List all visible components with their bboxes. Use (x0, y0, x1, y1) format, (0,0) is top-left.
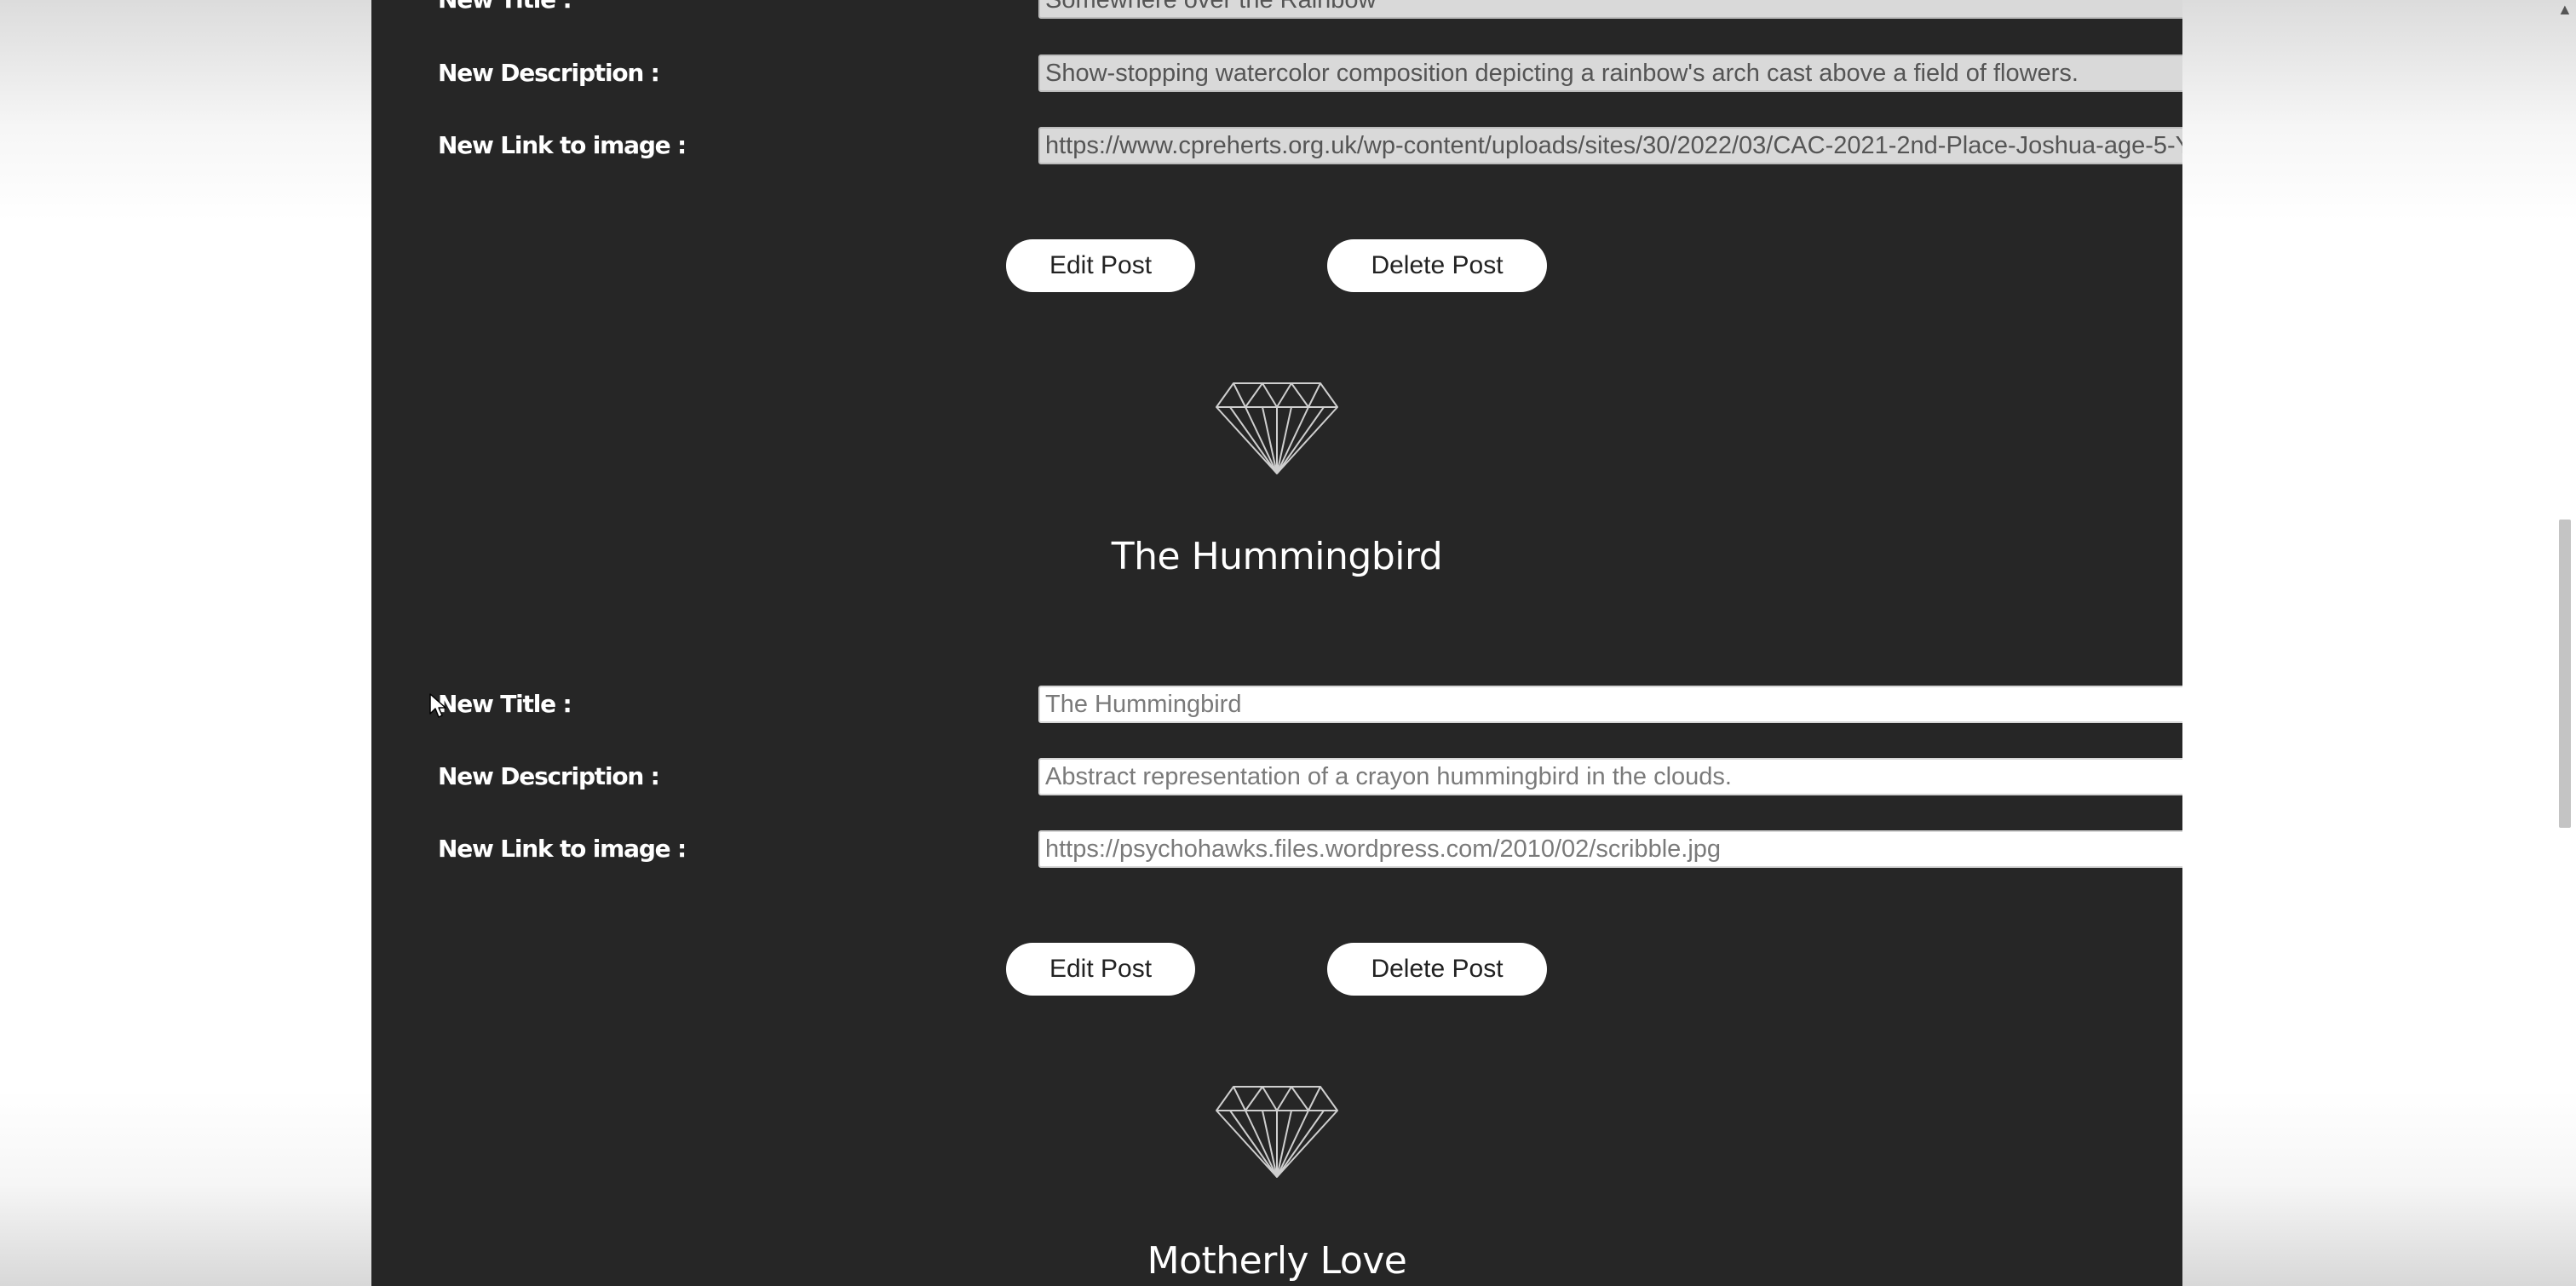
scroll-up-arrow-icon[interactable]: ▲ (2557, 2, 2573, 17)
mouse-pointer-icon (429, 693, 446, 718)
post-2-title-row: New Title : (438, 686, 2182, 723)
posts-panel: New Title : New Description : New Link t… (371, 0, 2182, 1286)
post-1-edit-button[interactable]: Edit Post (1006, 239, 1195, 292)
post-1-title-row: New Title : (438, 0, 2182, 19)
post-1-link-input[interactable] (1038, 127, 2182, 164)
new-link-label: New Link to image : (438, 131, 687, 159)
post-1-link-row: New Link to image : (438, 127, 2182, 164)
post-2-description-input[interactable] (1038, 758, 2182, 795)
page-scrollbar[interactable]: ▲ (2549, 0, 2576, 1286)
new-title-label: New Title : (438, 0, 572, 19)
new-link-label: New Link to image : (438, 835, 687, 863)
new-description-label: New Description : (438, 762, 660, 790)
scrollbar-thumb[interactable] (2559, 520, 2571, 828)
post-2-edit-button[interactable]: Edit Post (1006, 943, 1195, 996)
post-2-delete-button[interactable]: Delete Post (1327, 943, 1547, 996)
post-2-link-row: New Link to image : (438, 830, 2182, 868)
post-2-heading: The Hummingbird (1111, 535, 1443, 578)
post-3-heading: Motherly Love (1147, 1239, 1407, 1283)
post-1-description-input[interactable] (1038, 55, 2182, 92)
post-2-title-input[interactable] (1038, 686, 2182, 723)
diamond-icon (1216, 382, 1338, 474)
post-2-description-row: New Description : (438, 758, 2182, 795)
diamond-icon (1216, 1086, 1338, 1178)
post-1-description-row: New Description : (438, 55, 2182, 92)
post-1-title-input[interactable] (1038, 0, 2182, 19)
new-description-label: New Description : (438, 59, 660, 87)
new-title-label: New Title : (438, 690, 572, 718)
post-1-delete-button[interactable]: Delete Post (1327, 239, 1547, 292)
post-2-link-input[interactable] (1038, 830, 2182, 868)
